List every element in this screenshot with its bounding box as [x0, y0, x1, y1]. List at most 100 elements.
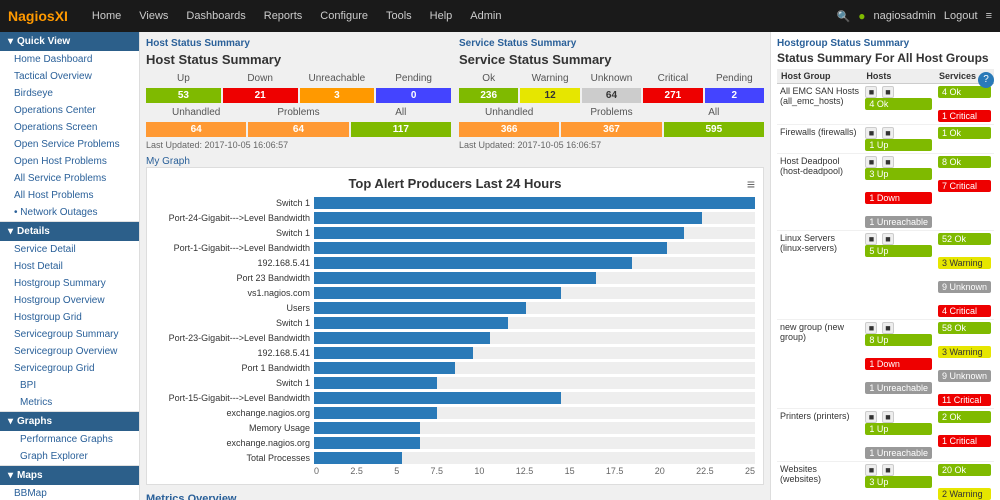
sidebar-section-title-quick-view[interactable]: ▾ Quick View [0, 32, 139, 51]
sidebar-item-performance-graphs[interactable]: Performance Graphs [0, 431, 139, 448]
sidebar-item-bpi[interactable]: BPI [0, 377, 139, 394]
service-badge[interactable]: 3 Warning [938, 257, 991, 269]
host-badge[interactable]: 1 Down [865, 358, 932, 370]
host-badge[interactable]: 1 Up [865, 139, 932, 151]
nav-configure[interactable]: Configure [312, 6, 376, 26]
hg-chart-icon[interactable]: ■ [865, 156, 877, 168]
sidebar-item-operations-center[interactable]: Operations Center [0, 102, 139, 119]
service-badge[interactable]: 9 Unknown [938, 281, 991, 293]
hg-chart-icon[interactable]: ■ [865, 322, 877, 334]
host-badge[interactable]: 1 Unreachable [865, 382, 932, 394]
svc-problems-count[interactable]: 367 [561, 122, 661, 137]
host-pending-count[interactable]: 0 [376, 88, 451, 103]
hg-list-icon[interactable]: ■ [882, 127, 894, 139]
hg-list-icon[interactable]: ■ [882, 233, 894, 245]
nav-reports[interactable]: Reports [256, 6, 311, 26]
service-badge[interactable]: 8 Ok [938, 156, 991, 168]
hg-list-icon[interactable]: ■ [882, 411, 894, 423]
sidebar-item-host-detail[interactable]: Host Detail [0, 258, 139, 275]
host-badge[interactable]: 3 Up [865, 476, 932, 488]
service-badge[interactable]: 20 Ok [938, 464, 991, 476]
host-badge[interactable]: 1 Unreachable [865, 447, 932, 459]
nav-views[interactable]: Views [131, 6, 176, 26]
nav-dashboards[interactable]: Dashboards [178, 6, 253, 26]
service-badge[interactable]: 4 Ok [938, 86, 991, 98]
sidebar-item-birdseye[interactable]: Birdseye [0, 85, 139, 102]
sidebar-section-title-maps[interactable]: ▾ Maps [0, 466, 139, 485]
hg-list-icon[interactable]: ■ [882, 156, 894, 168]
sidebar-item-metrics[interactable]: Metrics [0, 394, 139, 411]
host-problems-count[interactable]: 64 [248, 122, 348, 137]
svc-warning-count[interactable]: 12 [520, 88, 579, 103]
svc-critical-count[interactable]: 271 [643, 88, 702, 103]
sidebar-item-service-detail[interactable]: Service Detail [0, 241, 139, 258]
svc-unknown-count[interactable]: 64 [582, 88, 641, 103]
menu-icon[interactable]: ≡ [986, 10, 992, 22]
chart-menu-icon[interactable]: ≡ [747, 176, 755, 192]
svc-unhandled-count[interactable]: 366 [459, 122, 559, 137]
host-up-count[interactable]: 53 [146, 88, 221, 103]
host-unhandled-count[interactable]: 64 [146, 122, 246, 137]
sidebar-section-title-graphs[interactable]: ▾ Graphs [0, 412, 139, 431]
service-badge[interactable]: 1 Critical [938, 110, 991, 122]
host-badge[interactable]: 1 Unreachable [865, 216, 932, 228]
sidebar-item-hostgroup-grid[interactable]: Hostgroup Grid [0, 309, 139, 326]
sidebar-item-servicegroup-summary[interactable]: Servicegroup Summary [0, 326, 139, 343]
service-badge[interactable]: 58 Ok [938, 322, 991, 334]
hg-chart-icon[interactable]: ■ [865, 233, 877, 245]
hg-chart-icon[interactable]: ■ [865, 411, 877, 423]
bar-row: Switch 1 [155, 377, 755, 389]
sidebar-section-title-details[interactable]: ▾ Details [0, 222, 139, 241]
hg-chart-icon[interactable]: ■ [865, 86, 877, 98]
service-badge[interactable]: 9 Unknown [938, 370, 991, 382]
sidebar-item-servicegroup-overview[interactable]: Servicegroup Overview [0, 343, 139, 360]
svc-ok-count[interactable]: 236 [459, 88, 518, 103]
sidebar-item-tactical-overview[interactable]: Tactical Overview [0, 68, 139, 85]
hg-chart-icon[interactable]: ■ [865, 464, 877, 476]
sidebar-item-hostgroup-summary[interactable]: Hostgroup Summary [0, 275, 139, 292]
host-unreachable-count[interactable]: 3 [300, 88, 375, 103]
service-badge[interactable]: 11 Critical [938, 394, 991, 406]
mygraph-link[interactable]: My Graph [146, 156, 764, 167]
host-badge[interactable]: 1 Up [865, 423, 932, 435]
nav-tools[interactable]: Tools [378, 6, 420, 26]
service-badge[interactable]: 7 Critical [938, 180, 991, 192]
host-badge[interactable]: 4 Ok [865, 98, 932, 110]
service-badge[interactable]: 52 Ok [938, 233, 991, 245]
host-all-count[interactable]: 117 [351, 122, 451, 137]
service-badge[interactable]: 2 Ok [938, 411, 991, 423]
help-icon[interactable]: ? [978, 72, 994, 88]
host-badge[interactable]: 8 Up [865, 334, 932, 346]
service-badge[interactable]: 1 Critical [938, 435, 991, 447]
hg-chart-icon[interactable]: ■ [865, 127, 877, 139]
logout-button[interactable]: Logout [944, 10, 978, 22]
svc-pending-count[interactable]: 2 [705, 88, 764, 103]
sidebar-item-network-outages[interactable]: Network Outages [0, 204, 139, 221]
sidebar-item-operations-screen[interactable]: Operations Screen [0, 119, 139, 136]
service-badge[interactable]: 3 Warning [938, 346, 991, 358]
service-badge[interactable]: 2 Warning [938, 488, 991, 500]
host-badge[interactable]: 5 Up [865, 245, 932, 257]
sidebar-item-all-host-problems[interactable]: All Host Problems [0, 187, 139, 204]
service-badge[interactable]: 4 Critical [938, 305, 991, 317]
nav-help[interactable]: Help [422, 6, 461, 26]
sidebar-item-servicegroup-grid[interactable]: Servicegroup Grid [0, 360, 139, 377]
sidebar-item-bbmap[interactable]: BBMap [0, 485, 139, 500]
host-down-count[interactable]: 21 [223, 88, 298, 103]
sidebar-item-home-dashboard[interactable]: Home Dashboard [0, 51, 139, 68]
sidebar-item-hostgroup-overview[interactable]: Hostgroup Overview [0, 292, 139, 309]
hg-list-icon[interactable]: ■ [882, 464, 894, 476]
nav-home[interactable]: Home [84, 6, 129, 26]
hg-list-icon[interactable]: ■ [882, 86, 894, 98]
sidebar-item-all-service-problems[interactable]: All Service Problems [0, 170, 139, 187]
sidebar-item-graph-explorer[interactable]: Graph Explorer [0, 448, 139, 465]
host-badge[interactable]: 3 Up [865, 168, 932, 180]
nav-admin[interactable]: Admin [462, 6, 509, 26]
sidebar-item-open-service-problems[interactable]: Open Service Problems [0, 136, 139, 153]
hg-list-icon[interactable]: ■ [882, 322, 894, 334]
sidebar-item-open-host-problems[interactable]: Open Host Problems [0, 153, 139, 170]
svc-all-count[interactable]: 595 [664, 122, 764, 137]
host-badge[interactable]: 1 Down [865, 192, 932, 204]
search-icon[interactable]: 🔍 [837, 10, 851, 23]
service-badge[interactable]: 1 Ok [938, 127, 991, 139]
